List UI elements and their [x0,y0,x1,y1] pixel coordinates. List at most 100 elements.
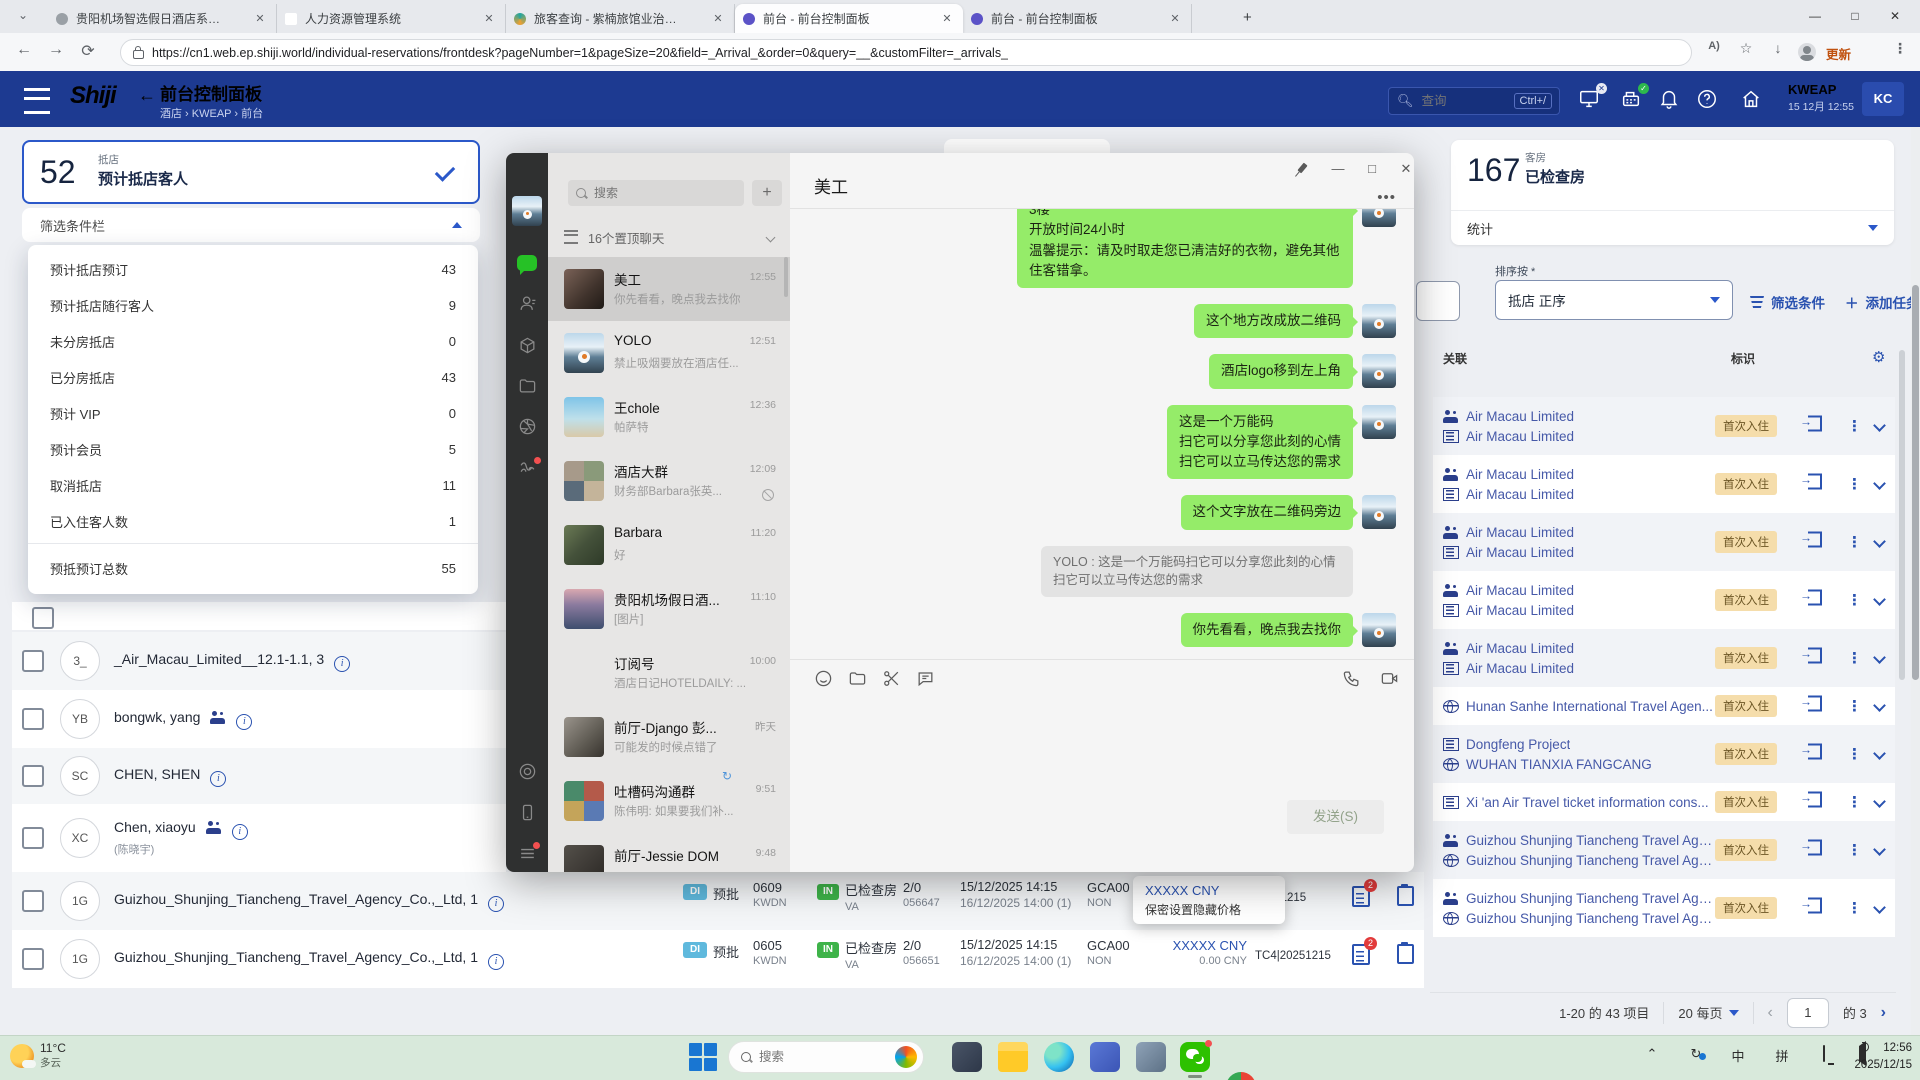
next-page-icon[interactable]: › [1881,1004,1886,1022]
network-icon[interactable] [1812,1046,1836,1061]
wechat-taskbar-icon[interactable] [1180,1042,1210,1072]
user-avatar[interactable] [512,196,542,226]
filter-conditions-bar[interactable]: 筛选条件栏 [22,208,480,242]
row-menu-icon[interactable]: ⋮ [1847,417,1862,435]
read-aloud-icon[interactable]: A) [1702,40,1726,52]
row-checkbox[interactable] [32,607,54,629]
row-menu-icon[interactable]: ⋮ [1847,899,1862,917]
entity-name[interactable]: Air Macau Limited [1466,525,1574,540]
task-row[interactable]: Hunan Sanhe International Travel Agen...… [1433,687,1895,725]
chat-list-item[interactable]: YOLO 12:51 禁止吸烟要放在酒店任... [548,321,790,385]
phone-link-icon[interactable] [506,803,548,827]
channels-icon[interactable] [506,459,548,483]
chat-maximize-icon[interactable]: □ [1360,161,1384,176]
check-in-icon[interactable] [1808,648,1822,669]
window-close-button[interactable]: ✕ [1875,0,1915,32]
filter-option[interactable]: 已入住客人数 1 [28,503,478,539]
moments-aperture-icon[interactable] [506,417,548,441]
back-icon[interactable]: ← [12,41,36,59]
row-menu-icon[interactable]: ⋮ [1847,475,1862,493]
sender-avatar[interactable] [1362,495,1396,529]
global-search-input[interactable] [1420,93,1514,109]
forward-icon[interactable]: → [44,41,68,59]
tab-close-icon[interactable]: ✕ [481,11,497,27]
entity-name[interactable]: Air Macau Limited [1466,429,1574,444]
edge-icon[interactable] [1044,1042,1074,1072]
browser-tab[interactable]: 前台 - 前台控制面板 ✕ [735,4,963,33]
taskbar-search-input[interactable] [757,1049,871,1065]
chat-list-scrollbar[interactable] [784,257,788,297]
help-icon[interactable] [1696,88,1720,112]
global-search[interactable]: 🔍︎ Ctrl+/ [1388,87,1560,115]
row-menu-icon[interactable]: ⋮ [1847,591,1862,609]
task-row[interactable]: Guizhou Shunjing Tiancheng Travel Age...… [1433,821,1895,879]
workstation-icon[interactable]: ✕ [1578,88,1602,112]
cashier-icon[interactable]: ✓ [1620,88,1644,112]
chat-list-item[interactable]: 贵阳机场假日酒... 11:10 [图片] [548,577,790,641]
sender-avatar[interactable] [1362,613,1396,647]
task-row[interactable]: Air Macau Limited Air Macau Limited 首次入住… [1433,629,1895,687]
guest-name[interactable]: _Air_Macau_Limited__12.1-1.1, 3 [114,651,324,667]
check-in-icon[interactable] [1808,416,1822,437]
price-masked[interactable]: XXXXX CNY [1173,938,1247,953]
filter-option[interactable]: 预计会员 5 [28,431,478,467]
start-button[interactable] [688,1042,718,1072]
chat-search-input[interactable] [592,185,716,201]
sender-avatar[interactable] [1362,405,1396,439]
chat-list-item[interactable]: 美工 12:55 你先看看，晚点我去找你 [548,257,790,321]
file-explorer-icon[interactable] [998,1042,1028,1072]
notifications-bell-icon[interactable] [1658,88,1682,112]
entity-name[interactable]: Air Macau Limited [1466,603,1574,618]
expand-chevron-icon[interactable] [1875,649,1884,667]
message-bubble[interactable]: 酒店logo移到左上角 [1209,354,1353,388]
browser-menu-icon[interactable]: ⋮ [1888,40,1912,57]
task-row[interactable]: Air Macau Limited Air Macau Limited 首次入住… [1433,455,1895,513]
task-row[interactable]: Air Macau Limited Air Macau Limited 首次入住… [1433,571,1895,629]
tab-search-chevron-icon[interactable]: ⌄ [18,8,28,22]
taskbar-app-store[interactable] [1136,1042,1166,1072]
row-checkbox[interactable] [22,827,44,849]
pinned-chats-header[interactable]: 16个置顶聊天 [548,222,790,252]
expand-chevron-icon[interactable] [1875,841,1884,859]
ime-mode-indicator[interactable]: 拼 [1770,1046,1794,1065]
entity-name[interactable]: Guizhou Shunjing Tiancheng Travel Age... [1466,911,1716,926]
expand-chevron-icon[interactable] [1875,745,1884,763]
check-in-icon[interactable] [1808,696,1822,717]
check-in-icon[interactable] [1808,840,1822,861]
message-input-area[interactable] [790,695,1414,795]
check-in-icon[interactable] [1808,898,1822,919]
task-row[interactable]: Air Macau Limited Air Macau Limited 首次入住… [1433,397,1895,455]
rooms-summary-card[interactable]: 167 客房 已检查房 统计 [1451,140,1894,245]
check-in-icon[interactable] [1808,792,1822,813]
browser-update-button[interactable]: 更新 [1826,44,1851,63]
row-menu-icon[interactable]: ⋮ [1847,533,1862,551]
chat-search[interactable] [568,180,744,206]
guest-name[interactable]: CHEN, SHEN [114,766,200,782]
guest-name[interactable]: bongwk, yang [114,709,200,725]
chat-list-item[interactable]: 前厅-Jessie DOM 9:48 [548,833,790,872]
more-menu-icon[interactable] [506,844,548,868]
guest-row[interactable]: 3_ _Air_Macau_Limited__12.1-1.1, 3i [12,632,506,690]
wechat-window[interactable]: + 16个置顶聊天 美工 12:55 你先看看，晚点我去找你 [506,153,1414,872]
price-cell[interactable]: XXXXX CNY 0.00 CNY [1132,938,1247,967]
onedrive-sync-icon[interactable]: ↻ [1684,1046,1708,1062]
guest-row[interactable]: YB bongwk, yangi [12,690,506,748]
window-minimize-button[interactable]: — [1795,0,1835,32]
contacts-icon[interactable] [506,294,548,318]
filter-option[interactable]: 未分房抵店 0 [28,323,478,359]
tab-close-icon[interactable]: ✕ [710,11,726,27]
task-row[interactable]: Xi 'an Air Travel ticket information con… [1433,783,1895,821]
new-tab-button[interactable]: + [1243,9,1252,26]
taskbar-app-dark[interactable] [952,1042,982,1072]
entity-name[interactable]: Hunan Sanhe International Travel Agen... [1466,699,1713,714]
taskbar-app-blue[interactable] [1090,1042,1120,1072]
browser-tab[interactable]: 人力资源管理系统 ✕ [277,4,506,33]
url-bar[interactable]: https://cn1.web.ep.shiji.world/individua… [120,39,1692,66]
chat-list-item[interactable]: 吐槽码沟通群 ↻ 9:51 陈伟明: 如果要我们补... [548,769,790,833]
send-button[interactable]: 发送(S) [1287,800,1384,834]
guest-name[interactable]: Chen, xiaoyu [114,819,196,835]
guest-row[interactable]: XC Chen, xiaoyui (陈晓宇) [12,804,506,872]
filter-option[interactable]: 预计抵店随行客人 9 [28,287,478,323]
info-icon[interactable]: i [210,771,226,787]
chat-list-item[interactable]: 王chole 12:36 帕萨特 [548,385,790,449]
